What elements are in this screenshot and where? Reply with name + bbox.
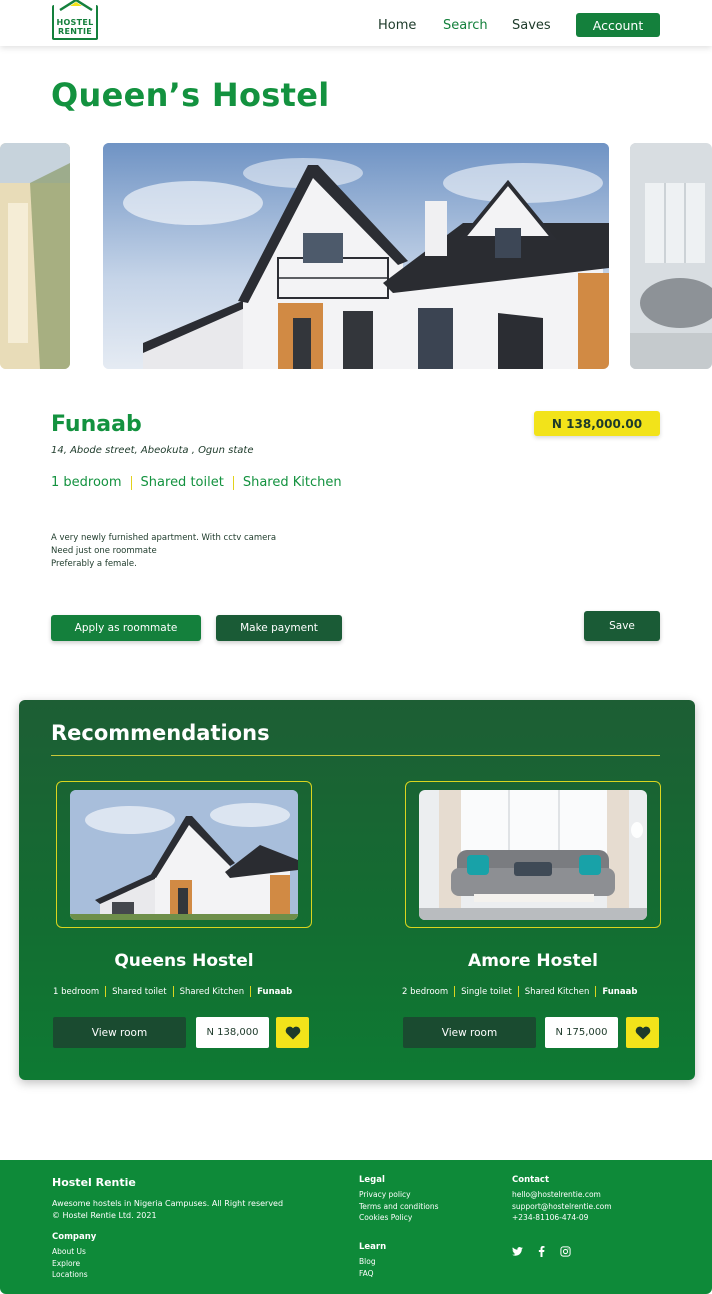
- price-badge: N 138,000.00: [534, 411, 660, 436]
- house-exterior-image: [70, 790, 298, 920]
- footer-copyright: © Hostel Rentie Ltd. 2021: [52, 1211, 157, 1220]
- footer-company-heading: Company: [52, 1232, 97, 1242]
- feature-bedroom: 1 bedroom: [51, 475, 122, 490]
- nav-link-search[interactable]: Search: [443, 18, 488, 33]
- description-line: A very newly furnished apartment. With c…: [51, 533, 277, 543]
- nav-link-home[interactable]: Home: [378, 18, 416, 33]
- hostel-description: A very newly furnished apartment. With c…: [51, 532, 276, 571]
- footer-legal-links: Privacy policy Terms and conditions Cook…: [359, 1189, 439, 1224]
- feature-divider: [454, 986, 456, 997]
- view-room-button[interactable]: View room: [53, 1017, 186, 1048]
- facebook-icon[interactable]: [538, 1246, 545, 1257]
- recommendations-panel: Recommendations Queens Hostel 1 bedroom …: [19, 700, 695, 1080]
- footer-company-links: About Us Explore Locations: [52, 1246, 88, 1281]
- feature-divider: [250, 986, 252, 997]
- recommendation-card-image-frame[interactable]: [405, 781, 661, 928]
- footer-link-terms[interactable]: Terms and conditions: [359, 1201, 439, 1213]
- instagram-icon[interactable]: [560, 1246, 571, 1257]
- campus-name: Funaab: [51, 412, 142, 437]
- site-footer: Hostel Rentie Awesome hostels in Nigeria…: [0, 1160, 712, 1294]
- feature-campus: Funaab: [257, 986, 293, 997]
- contact-email-support[interactable]: support@hostelrentie.com: [512, 1201, 612, 1213]
- social-links: [512, 1246, 571, 1257]
- feature-divider: [172, 986, 174, 997]
- recommendation-photo: [419, 790, 647, 920]
- feature-divider: [130, 475, 132, 490]
- recommendation-features: 2 bedroom Single toilet Shared Kitchen F…: [402, 986, 637, 997]
- recommendation-name: Amore Hostel: [468, 951, 598, 971]
- hostel-rentie-logo[interactable]: HOSTEL RENTIE: [52, 0, 98, 40]
- make-payment-button[interactable]: Make payment: [216, 615, 342, 641]
- twitter-icon[interactable]: [512, 1247, 523, 1256]
- footer-link-blog[interactable]: Blog: [359, 1256, 376, 1268]
- recommendations-title: Recommendations: [51, 721, 270, 745]
- page-title: Queen’s Hostel: [51, 76, 330, 114]
- save-button[interactable]: Save: [584, 611, 660, 641]
- contact-email-hello[interactable]: hello@hostelrentie.com: [512, 1189, 612, 1201]
- living-room-photo-image: [630, 143, 712, 369]
- footer-link-faq[interactable]: FAQ: [359, 1268, 376, 1280]
- feature-list: 1 bedroom Shared toilet Shared Kitchen: [51, 475, 342, 490]
- footer-tagline: Awesome hostels in Nigeria Campuses. All…: [52, 1199, 284, 1208]
- feature-divider: [232, 475, 234, 490]
- feature-divider: [105, 986, 107, 997]
- recommendation-name: Queens Hostel: [114, 951, 254, 971]
- logo-text-line2: RENTIE: [57, 27, 93, 36]
- heart-icon: [635, 1026, 650, 1039]
- footer-legal-heading: Legal: [359, 1175, 385, 1185]
- feature-kitchen: Shared Kitchen: [242, 475, 342, 490]
- footer-link-explore[interactable]: Explore: [52, 1258, 88, 1270]
- contact-phone[interactable]: +234-81106-474-09: [512, 1212, 612, 1224]
- logo-text-line1: HOSTEL: [56, 18, 94, 27]
- top-nav: HOSTEL RENTIE Home Search Saves Account: [0, 0, 712, 46]
- feature-bedroom: 2 bedroom: [402, 986, 449, 997]
- feature-toilet: Shared toilet: [140, 475, 224, 490]
- feature-campus: Funaab: [602, 986, 638, 997]
- recommendation-features: 1 bedroom Shared toilet Shared Kitchen F…: [53, 986, 292, 997]
- feature-toilet: Shared toilet: [112, 986, 167, 997]
- recommendation-price: N 175,000: [545, 1017, 618, 1048]
- footer-link-locations[interactable]: Locations: [52, 1269, 88, 1281]
- carousel-next-photo[interactable]: [630, 143, 712, 369]
- footer-contact-lines: hello@hostelrentie.com support@hostelren…: [512, 1189, 612, 1224]
- footer-link-privacy[interactable]: Privacy policy: [359, 1189, 439, 1201]
- feature-kitchen: Shared Kitchen: [524, 986, 590, 997]
- footer-learn-links: Blog FAQ: [359, 1256, 376, 1279]
- description-line: Need just one roommate: [51, 546, 157, 556]
- footer-learn-heading: Learn: [359, 1242, 387, 1252]
- footer-brand: Hostel Rentie: [52, 1176, 136, 1189]
- recommendation-card-image-frame[interactable]: [56, 781, 312, 928]
- recommendation-price: N 138,000: [196, 1017, 269, 1048]
- recommendation-photo: [70, 790, 298, 920]
- feature-toilet: Single toilet: [461, 986, 512, 997]
- house-exterior-image: [103, 143, 609, 369]
- apply-roommate-button[interactable]: Apply as roommate: [51, 615, 201, 641]
- sofa-living-room-image: [419, 790, 647, 920]
- footer-contact-heading: Contact: [512, 1175, 550, 1185]
- footer-link-about[interactable]: About Us: [52, 1246, 88, 1258]
- recommendations-divider: [51, 755, 660, 756]
- hostel-address: 14, Abode street, Abeokuta , Ogun state: [51, 445, 254, 456]
- account-button[interactable]: Account: [576, 13, 660, 37]
- description-line: Preferably a female.: [51, 559, 137, 569]
- favorite-button[interactable]: [276, 1017, 309, 1048]
- feature-bedroom: 1 bedroom: [53, 986, 100, 997]
- roof-icon: [59, 0, 93, 11]
- favorite-button[interactable]: [626, 1017, 659, 1048]
- carousel-prev-photo[interactable]: [0, 143, 70, 369]
- nav-link-saves[interactable]: Saves: [512, 18, 551, 33]
- footer-link-cookies[interactable]: Cookies Policy: [359, 1212, 439, 1224]
- feature-divider: [595, 986, 597, 997]
- interior-photo-image: [0, 143, 70, 369]
- feature-divider: [517, 986, 519, 997]
- main-hostel-photo[interactable]: [103, 143, 609, 369]
- feature-kitchen: Shared Kitchen: [179, 986, 245, 997]
- heart-icon: [285, 1026, 300, 1039]
- view-room-button[interactable]: View room: [403, 1017, 536, 1048]
